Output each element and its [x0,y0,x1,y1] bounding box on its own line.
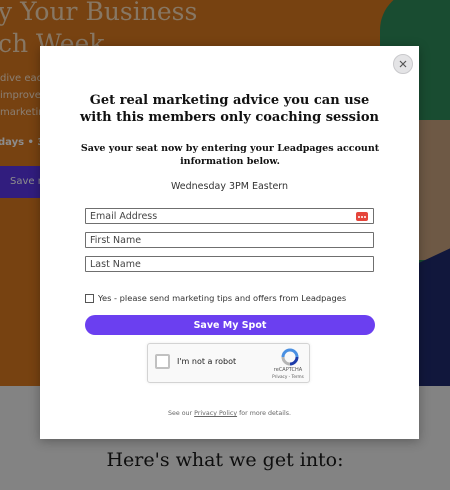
modal-title: Get real marketing advice you can use wi… [40,92,419,126]
first-name-field[interactable] [85,232,374,248]
modal-subtitle-line: information below. [180,156,280,167]
signup-modal: Get real marketing advice you can use wi… [40,46,419,439]
save-my-spot-button[interactable]: Save My Spot [85,315,375,335]
recaptcha-links[interactable]: Privacy - Terms [266,374,310,379]
optin-row: Yes - please send marketing tips and off… [85,293,346,303]
close-button[interactable] [393,54,413,74]
privacy-note: See our Privacy Policy for more details. [40,410,419,417]
recaptcha-label: I'm not a robot [177,357,237,366]
recaptcha-logo-icon [281,348,299,366]
modal-subtitle: Save your seat now by entering your Lead… [80,142,380,168]
privacy-policy-link[interactable]: Privacy Policy [194,410,237,417]
privacy-note-prefix: See our [167,410,195,417]
optin-checkbox[interactable] [85,293,94,303]
session-date: Wednesday 3PM Eastern [170,181,289,192]
close-icon [399,60,407,68]
optin-label: Yes - please send marketing tips and off… [98,293,347,303]
modal-title-line: with this members only coaching session [80,110,379,125]
recaptcha-brand: reCAPTCHA [273,367,303,373]
email-field[interactable] [85,208,374,224]
modal-title-line: Get real marketing advice you can use [89,93,370,108]
privacy-note-suffix: for more details. [237,410,292,417]
password-manager-icon[interactable] [356,212,368,221]
recaptcha-widget: I'm not a robot reCAPTCHA Privacy - Term… [147,343,310,383]
recaptcha-checkbox[interactable] [155,354,170,369]
modal-subtitle-line: Save your seat now by entering your Lead… [80,143,380,154]
last-name-field[interactable] [85,256,374,272]
